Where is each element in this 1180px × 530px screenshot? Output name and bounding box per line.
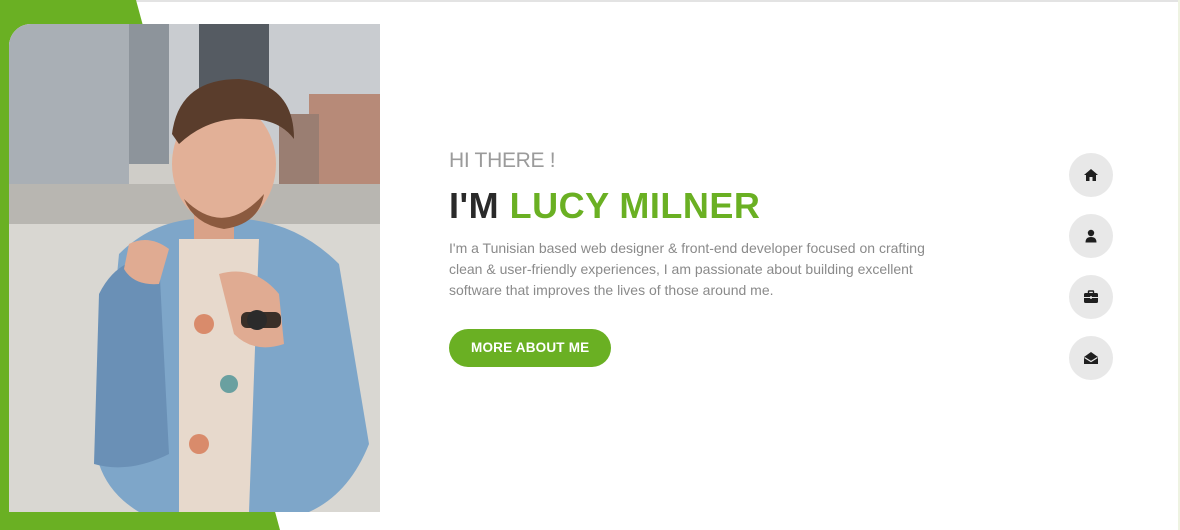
envelope-open-icon [1084, 352, 1098, 364]
nav-contact-button[interactable] [1069, 336, 1113, 380]
heading-prefix: I'M [449, 185, 500, 226]
side-nav [1069, 153, 1113, 397]
briefcase-icon [1084, 290, 1098, 303]
hero-content: HI THERE ! I'M LUCY MILNER I'm a Tunisia… [449, 146, 939, 367]
greeting-text: HI THERE ! [449, 149, 556, 172]
hero-heading: I'M LUCY MILNER [449, 184, 939, 228]
page: HI THERE ! I'M LUCY MILNER I'm a Tunisia… [0, 0, 1180, 530]
photo-illustration [9, 24, 380, 512]
bio-text: I'm a Tunisian based web designer & fron… [449, 240, 925, 298]
home-icon [1084, 169, 1098, 181]
nav-home-button[interactable] [1069, 153, 1113, 197]
nav-portfolio-button[interactable] [1069, 275, 1113, 319]
top-divider [0, 0, 1180, 2]
user-icon [1085, 229, 1097, 243]
profile-photo [9, 24, 380, 512]
heading-name: LUCY MILNER [509, 185, 761, 226]
nav-about-button[interactable] [1069, 214, 1113, 258]
more-about-me-button[interactable]: MORE ABOUT ME [449, 329, 612, 367]
